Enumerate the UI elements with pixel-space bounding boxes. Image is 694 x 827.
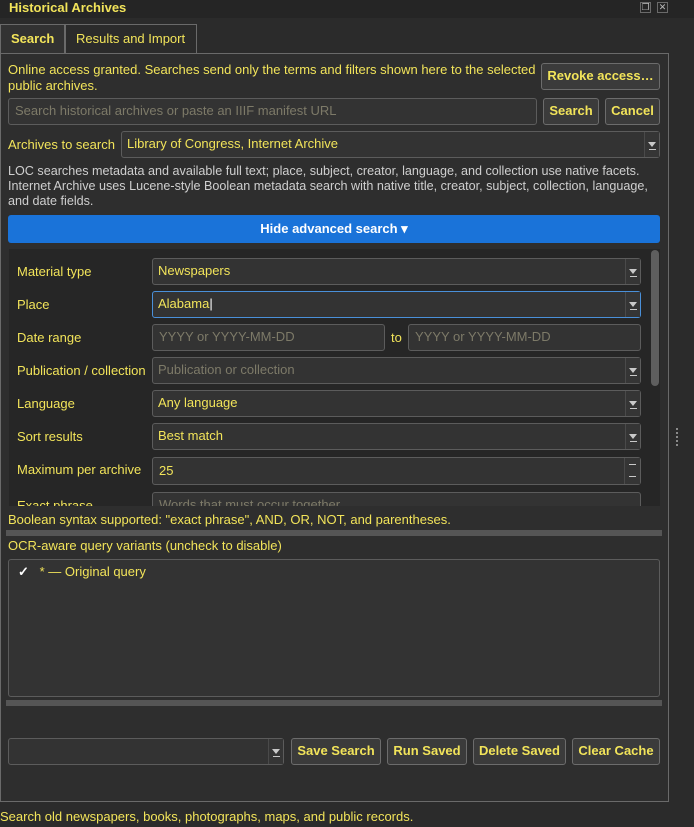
archives-selected: Library of Congress, Internet Archive <box>127 136 338 151</box>
chevron-down-icon <box>625 292 640 317</box>
variants-label: OCR-aware query variants (uncheck to dis… <box>8 538 282 553</box>
variants-list[interactable]: ✓ * — Original query <box>8 559 660 697</box>
publication-label: Publication / collection <box>17 363 146 378</box>
date-to-label: to <box>391 330 402 345</box>
archives-info-text: LOC searches metadata and available full… <box>8 164 648 208</box>
splitter-handle[interactable] <box>6 530 662 536</box>
tab-search[interactable]: Search <box>0 24 65 55</box>
tab-results-and-import[interactable]: Results and Import <box>65 24 197 54</box>
exact-phrase-placeholder: Words that must occur together <box>159 497 341 506</box>
delete-saved-button[interactable]: Delete Saved <box>473 738 566 765</box>
advanced-search-area: Material type Newspapers Place Alabama| … <box>9 249 650 506</box>
variant-text: * — Original query <box>39 564 146 579</box>
window-title: Historical Archives <box>9 0 127 15</box>
exact-phrase-label: Exact phrase <box>17 498 93 506</box>
place-value: Alabama <box>158 296 210 311</box>
revoke-access-button[interactable]: Revoke access… <box>541 63 660 90</box>
boolean-hint: Boolean syntax supported: "exact phrase"… <box>8 512 451 527</box>
chevron-down-icon <box>644 132 659 157</box>
sort-results-value: Best match <box>158 428 224 443</box>
stepper-arrows-icon[interactable] <box>624 458 640 484</box>
date-to-placeholder: YYYY or YYYY-MM-DD <box>415 329 551 344</box>
chevron-down-icon <box>625 358 640 383</box>
close-icon[interactable]: ✕ <box>657 2 668 13</box>
chevron-down-icon <box>268 739 283 764</box>
language-value: Any language <box>158 395 238 410</box>
access-message: Online access granted. Searches send onl… <box>8 62 536 93</box>
sort-results-select[interactable]: Best match <box>152 423 641 450</box>
exact-phrase-input[interactable]: Words that must occur together <box>152 492 641 506</box>
publication-placeholder: Publication or collection <box>158 362 295 377</box>
archives-label: Archives to search <box>8 137 115 152</box>
date-from-placeholder: YYYY or YYYY-MM-DD <box>159 329 295 344</box>
search-placeholder: Search historical archives or paste an I… <box>15 103 337 118</box>
max-per-archive-label: Maximum per archive <box>17 462 142 477</box>
title-bar: Historical Archives ❐ ✕ <box>0 0 694 18</box>
date-from-input[interactable]: YYYY or YYYY-MM-DD <box>152 324 385 351</box>
float-icon[interactable]: ❐ <box>640 2 651 13</box>
max-per-archive-stepper[interactable]: 25 <box>152 457 641 485</box>
search-input[interactable]: Search historical archives or paste an I… <box>8 98 537 125</box>
resize-grip-icon[interactable] <box>676 428 679 446</box>
date-range-label: Date range <box>17 330 82 345</box>
sort-results-label: Sort results <box>17 429 83 444</box>
material-type-select[interactable]: Newspapers <box>152 258 641 285</box>
place-combo[interactable]: Alabama| <box>152 291 641 318</box>
date-to-input[interactable]: YYYY or YYYY-MM-DD <box>408 324 641 351</box>
chevron-down-icon <box>625 259 640 284</box>
language-label: Language <box>17 396 75 411</box>
archives-select[interactable]: Library of Congress, Internet Archive <box>121 131 660 158</box>
splitter-handle[interactable] <box>6 700 662 706</box>
language-select[interactable]: Any language <box>152 390 641 417</box>
material-type-label: Material type <box>17 264 92 279</box>
clear-cache-button[interactable]: Clear Cache <box>572 738 660 765</box>
chevron-down-icon <box>625 391 640 416</box>
list-item[interactable]: ✓ * — Original query <box>18 564 618 582</box>
advanced-scrollbar-thumb[interactable] <box>651 250 659 386</box>
check-icon[interactable]: ✓ <box>18 564 36 580</box>
publication-combo[interactable]: Publication or collection <box>152 357 641 384</box>
hide-advanced-search-button[interactable]: Hide advanced search ▾ <box>8 215 660 243</box>
chevron-down-icon <box>625 424 640 449</box>
place-label: Place <box>17 297 50 312</box>
run-saved-button[interactable]: Run Saved <box>387 738 467 765</box>
max-per-archive-value: 25 <box>159 463 174 478</box>
search-button[interactable]: Search <box>543 98 599 125</box>
status-text: Search old newspapers, books, photograph… <box>0 809 414 824</box>
saved-search-select[interactable] <box>8 738 284 765</box>
cancel-button[interactable]: Cancel <box>605 98 660 125</box>
material-type-value: Newspapers <box>158 263 231 278</box>
save-search-button[interactable]: Save Search <box>291 738 381 765</box>
